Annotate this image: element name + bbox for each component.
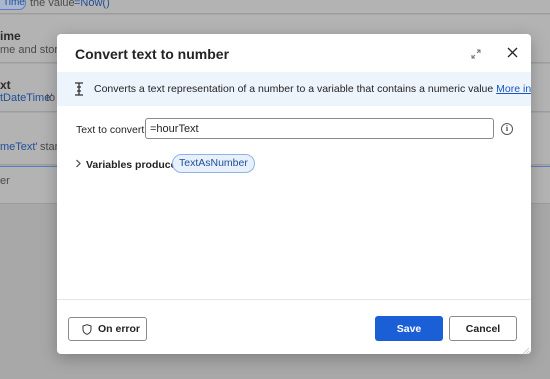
expand-icon[interactable] xyxy=(467,46,485,64)
more-info-link[interactable]: More info xyxy=(496,83,531,95)
resize-grip-icon[interactable] xyxy=(520,345,530,355)
save-button[interactable]: Save xyxy=(375,316,443,341)
info-bar: Converts a text representation of a numb… xyxy=(57,72,531,106)
info-text: Converts a text representation of a numb… xyxy=(94,83,494,95)
close-icon[interactable] xyxy=(503,45,521,63)
background-text: the value xyxy=(30,0,75,9)
chevron-right-icon[interactable] xyxy=(75,159,82,170)
text-to-convert-label: Text to convert: xyxy=(76,124,148,136)
text-to-convert-input[interactable] xyxy=(145,118,494,139)
info-description: Converts a text representation of a numb… xyxy=(94,83,531,95)
cancel-button[interactable]: Cancel xyxy=(449,316,517,341)
background-variable-chip: Time xyxy=(0,0,26,10)
background-action-title: xt xyxy=(0,78,11,92)
variable-chip[interactable]: TextAsNumber xyxy=(172,154,255,173)
background-text: er xyxy=(0,175,10,187)
background-text: to xyxy=(46,92,56,104)
background-chip-text: Time xyxy=(3,0,25,8)
background-variable: tDateTime' xyxy=(0,92,53,104)
background-action-title: ime xyxy=(0,29,21,43)
convert-text-to-number-dialog: Convert text to number Converts a text r… xyxy=(57,34,531,354)
footer-divider xyxy=(57,299,531,300)
background-value: =Now() xyxy=(74,0,110,9)
info-icon[interactable]: i xyxy=(501,123,513,135)
shield-icon xyxy=(82,324,92,335)
background-variable: meText' xyxy=(0,141,38,153)
dialog-title: Convert text to number xyxy=(75,46,230,62)
action-type-icon xyxy=(75,82,83,96)
on-error-label: On error xyxy=(98,323,141,335)
on-error-button[interactable]: On error xyxy=(68,317,147,341)
variables-produced-toggle[interactable]: Variables produced xyxy=(86,159,183,171)
